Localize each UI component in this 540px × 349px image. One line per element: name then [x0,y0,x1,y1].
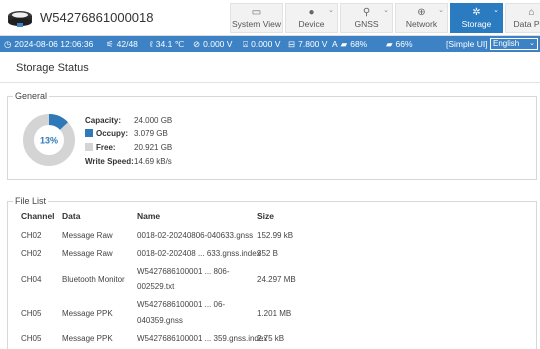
cell-name-line-1: W5427686100001 ... 06- [137,300,226,309]
cell-name-line-2: 040359.gnss [137,316,183,325]
monitor-icon: ▭ [251,7,262,18]
battery-a-label: A [332,39,338,49]
satellite-icon: ⚟ [106,39,114,49]
cell-data: Message PPK [62,334,113,343]
general-legend: General [13,91,50,102]
gauge-icon: ⊘ [193,39,201,49]
nav-label: GNSS [354,19,379,29]
cell-channel: CH05 [21,334,42,343]
status-battery-a: A ▰ 68% [332,36,367,52]
free-label: Free: [96,143,116,152]
capacity-label: Capacity: [85,116,122,125]
cell-name: 0018-02-202408 ... 633.gnss.index [137,249,261,258]
cell-data: Message Raw [62,249,113,258]
cell-name-line-1: W5427686100001 ... 806- [137,267,230,276]
voltage3-value: 7.800 V [298,39,328,49]
battery-b-value: 66% [395,39,413,49]
cell-name: W5427686100001 ... 359.gnss.index [137,334,268,343]
cell-name-line-2: 002529.txt [137,282,175,291]
donut-percent-label: 13% [40,136,58,146]
thermometer-icon: ℓ [150,39,153,49]
top-header: W54276861000018 ▭ System View ● ⌄ Device… [0,0,540,36]
battery-icon: ▰ [386,39,393,49]
occupy-swatch [85,129,93,137]
general-section: General 13% Capacity: 24.000 GB Occupy: … [7,91,537,180]
cell-channel: CH02 [21,249,42,258]
plug-icon: ⍓ [243,39,249,49]
data-port-icon: ⌂ [528,7,535,18]
language-select[interactable]: English ⌄ [490,38,538,50]
file-list-legend: File List [13,196,49,207]
status-temperature: ℓ 34.1 ℃ [150,36,184,52]
nav-data-port[interactable]: ⌂ ⌄ Data Port [505,3,540,33]
nav-label: Data Port [513,19,540,29]
simple-ui-link[interactable]: [Simple UI] [446,36,488,52]
chevron-down-icon: ⌄ [438,7,444,14]
capacity-value: 24.000 GB [134,116,173,125]
status-voltage-2: ⍓ 0.000 V [243,36,280,52]
cell-channel: CH02 [21,231,42,240]
col-header-data: Data [62,211,81,221]
status-satellites: ⚟ 42/48 [106,36,138,52]
chevron-down-icon: ⌄ [328,7,334,14]
occupy-label: Occupy: [96,129,129,138]
status-battery-b: ▰ 66% [386,36,413,52]
cell-data: Message PPK [62,309,113,318]
device-id: W54276861000018 [40,10,154,25]
col-header-size: Size [257,211,275,221]
temperature-value: 34.1 ℃ [155,39,185,49]
cell-channel: CH04 [21,275,42,284]
cell-data: Message Raw [62,231,113,240]
receiver-logo-icon [8,11,32,27]
status-datetime: ◷ 2024-08-06 12:06:36 [4,36,93,52]
free-label-wrap: Free: [85,143,116,153]
status-voltage-1: ⊘ 0.000 V [193,36,232,52]
battery-a-value: 68% [350,39,368,49]
chevron-down-icon: ⌄ [529,40,535,47]
nav-network[interactable]: ⊕ ⌄ Network [395,3,448,33]
cell-data: Bluetooth Monitor [62,275,125,284]
occupy-value: 3.079 GB [134,129,168,138]
free-value: 20.921 GB [134,143,173,152]
datetime-value: 2024-08-06 12:06:36 [14,39,94,49]
file-list-section: File List Channel Data Name Size CH02 Me… [7,196,537,349]
status-bar: ◷ 2024-08-06 12:06:36 ⚟ 42/48 ℓ 34.1 ℃ ⊘ 0.0… [0,36,540,52]
nav-label: Device [298,19,325,29]
voltage2-value: 0.000 V [251,39,281,49]
nav-storage[interactable]: ✲ ⌄ Storage [450,3,503,33]
storage-donut-chart: 13% [23,114,75,166]
nav-label: System View [232,19,281,29]
status-voltage-3: ⊟ 7.800 V [288,36,327,52]
clock-icon: ◷ [4,39,12,49]
write-speed-label: Write Speed: [85,157,134,166]
occupy-label-wrap: Occupy: [85,129,128,139]
language-value: English [493,39,520,48]
cell-channel: CH05 [21,309,42,318]
col-header-channel: Channel [21,211,55,221]
cell-size: 1.201 MB [257,309,292,318]
cell-size: 352 B [257,249,278,258]
cell-name: 0018-02-20240806-040633.gnss [137,231,254,240]
battery-icon: ▰ [340,39,348,49]
power-icon: ⊟ [288,39,296,49]
cell-size: 2.75 kB [257,334,285,343]
nav-device[interactable]: ● ⌄ Device [285,3,338,33]
divider [0,82,540,83]
chevron-down-icon: ⌄ [383,7,389,14]
cell-size: 152.99 kB [257,231,294,240]
nav-label: Storage [461,19,492,29]
nav-system-view[interactable]: ▭ System View [230,3,283,33]
nav-label: Network [405,19,438,29]
page-title: Storage Status [16,62,89,74]
satellites-value: 42/48 [116,39,138,49]
write-speed-value: 14.69 kB/s [134,157,172,166]
chevron-down-icon: ⌄ [493,7,499,14]
nav-gnss[interactable]: ⚲ ⌄ GNSS [340,3,393,33]
main-nav: ▭ System View ● ⌄ Device ⚲ ⌄ GNSS ⊕ ⌄ Ne… [230,3,540,36]
col-header-name: Name [137,211,161,221]
free-swatch [85,143,93,151]
cell-size: 24.297 MB [257,275,296,284]
voltage1-value: 0.000 V [203,39,233,49]
